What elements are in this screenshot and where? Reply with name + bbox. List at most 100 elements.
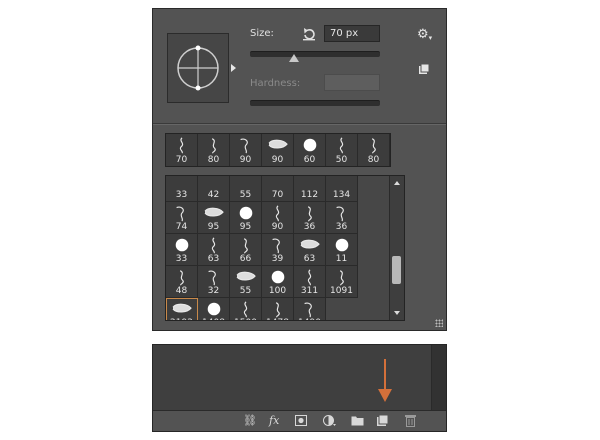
brush-stroke-icon (239, 206, 253, 220)
hardness-label: Hardness: (250, 78, 301, 89)
brush-preset-item[interactable]: 66 (230, 234, 262, 266)
brush-stroke-icon (268, 139, 288, 149)
brush-preset-item[interactable]: 95 (198, 202, 230, 234)
brush-preset-item[interactable]: 1408 (198, 298, 230, 320)
brush-preset-item[interactable]: 48 (166, 266, 198, 298)
size-slider[interactable] (250, 51, 380, 57)
folder-icon[interactable] (351, 415, 364, 430)
brush-preset-item[interactable]: 1478 (262, 298, 294, 320)
brush-stroke-preview (230, 268, 261, 286)
layers-scrollbar[interactable] (431, 345, 446, 411)
brush-size-label: 2192 (166, 318, 197, 320)
new-preset-icon[interactable] (419, 64, 429, 74)
trash-icon[interactable] (405, 414, 416, 431)
brush-preset-item[interactable]: 90 (262, 202, 294, 234)
scroll-thumb[interactable] (392, 256, 401, 284)
recent-brush-item[interactable]: 90 (230, 134, 262, 166)
brush-preset-item[interactable]: 112 (294, 176, 326, 202)
brush-stroke-preview (230, 204, 261, 222)
adjustment-icon[interactable] (323, 415, 337, 431)
brush-preset-item[interactable]: 100 (262, 266, 294, 298)
brush-stroke-icon (275, 205, 280, 222)
brush-preset-item[interactable]: 36 (326, 202, 358, 234)
brush-stroke-preview (198, 268, 229, 286)
brush-stroke-icon (172, 303, 192, 313)
brush-stroke-icon (275, 302, 280, 318)
brush-size-label: 55 (239, 190, 252, 200)
brush-preset-item[interactable]: 11 (326, 234, 358, 266)
brush-preset-item[interactable]: 1091 (326, 266, 358, 298)
fx-icon[interactable]: fx (269, 414, 279, 428)
brush-preset-item[interactable]: 55 (230, 176, 262, 202)
brush-size-label: 48 (175, 286, 188, 296)
mask-icon[interactable] (295, 415, 307, 430)
brush-preset-item[interactable]: 63 (294, 234, 326, 266)
hardness-input (324, 74, 380, 91)
brush-stroke-preview (326, 236, 357, 254)
grid-scrollbar[interactable] (389, 176, 404, 320)
size-input[interactable]: 70 px (324, 25, 380, 42)
gear-icon[interactable]: ⚙▾ (417, 28, 437, 44)
brush-stroke-icon (335, 238, 349, 252)
new-layer-icon[interactable] (377, 414, 389, 430)
scroll-down-icon[interactable] (394, 311, 400, 315)
brush-size-label: 80 (367, 155, 380, 165)
brush-preset-item[interactable]: 42 (198, 176, 230, 202)
brush-stroke-icon (300, 239, 320, 249)
brush-preset-item[interactable]: 2192 (166, 298, 198, 320)
recent-brush-item[interactable]: 60 (294, 134, 326, 166)
brush-preset-item[interactable]: 1490 (294, 298, 326, 320)
brush-preset-item[interactable]: 95 (230, 202, 262, 234)
scroll-up-icon[interactable] (394, 181, 400, 185)
brush-size-label: 90 (271, 222, 284, 232)
brush-tip-preview[interactable] (167, 33, 229, 103)
brush-preset-item[interactable]: 55 (230, 266, 262, 298)
brush-stroke-preview (358, 136, 389, 154)
brush-size-label: 33 (175, 190, 188, 200)
brush-stroke-icon (236, 271, 256, 281)
brush-size-label: 60 (303, 155, 316, 165)
brush-stroke-preview (166, 204, 197, 222)
brush-stroke-preview (326, 136, 357, 154)
brush-preset-item[interactable]: 74 (166, 202, 198, 234)
brush-size-label: 134 (332, 190, 351, 200)
empty-cell (358, 298, 390, 320)
brush-preset-item[interactable]: 70 (262, 176, 294, 202)
recent-brush-item[interactable]: 80 (358, 134, 390, 166)
brush-size-label: 112 (300, 190, 319, 200)
brush-stroke-preview (198, 236, 229, 254)
recent-brush-item[interactable]: 70 (166, 134, 198, 166)
brush-size-label: 100 (268, 286, 287, 296)
brush-preset-item[interactable]: 39 (262, 234, 294, 266)
link-icon[interactable]: ⛓ (243, 414, 257, 428)
brush-grid: 33 42 55 70 112 134 74 95 95 90 36 36 33 63 66 39 63 11 48… (166, 176, 390, 320)
preview-arrow-icon[interactable] (231, 64, 236, 72)
brush-preset-item[interactable]: 32 (198, 266, 230, 298)
size-slider-thumb[interactable] (289, 54, 300, 62)
brush-stroke-icon (175, 238, 189, 252)
brush-preset-item[interactable]: 36 (294, 202, 326, 234)
brush-preset-item[interactable]: 1500 (230, 298, 262, 320)
resize-grip-icon[interactable] (435, 319, 443, 327)
brush-stroke-preview (166, 236, 197, 254)
brush-preset-item[interactable]: 33 (166, 176, 198, 202)
brush-size-label: 36 (303, 222, 316, 232)
brush-stroke-preview (262, 204, 293, 222)
brush-stroke-preview (166, 300, 197, 318)
brush-stroke-preview (166, 268, 197, 286)
brush-preset-item[interactable]: 63 (198, 234, 230, 266)
down-arrow-icon (378, 359, 392, 402)
recent-brush-item[interactable]: 80 (198, 134, 230, 166)
brush-stroke-icon (339, 270, 344, 286)
brush-presets-grid: 33 42 55 70 112 134 74 95 95 90 36 36 33 63 66 39 63 11 48… (165, 175, 405, 321)
reset-icon[interactable] (302, 27, 316, 41)
brush-preset-item[interactable]: 33 (166, 234, 198, 266)
brush-stroke-icon (243, 238, 248, 254)
recent-brush-item[interactable]: 50 (326, 134, 358, 166)
brush-preset-item[interactable]: 311 (294, 266, 326, 298)
brush-size-label: 90 (271, 155, 284, 165)
recent-brush-item[interactable]: 90 (262, 134, 294, 166)
brush-stroke-preview (294, 204, 325, 222)
brush-stroke-preview (262, 236, 293, 254)
brush-preset-item[interactable]: 134 (326, 176, 358, 202)
